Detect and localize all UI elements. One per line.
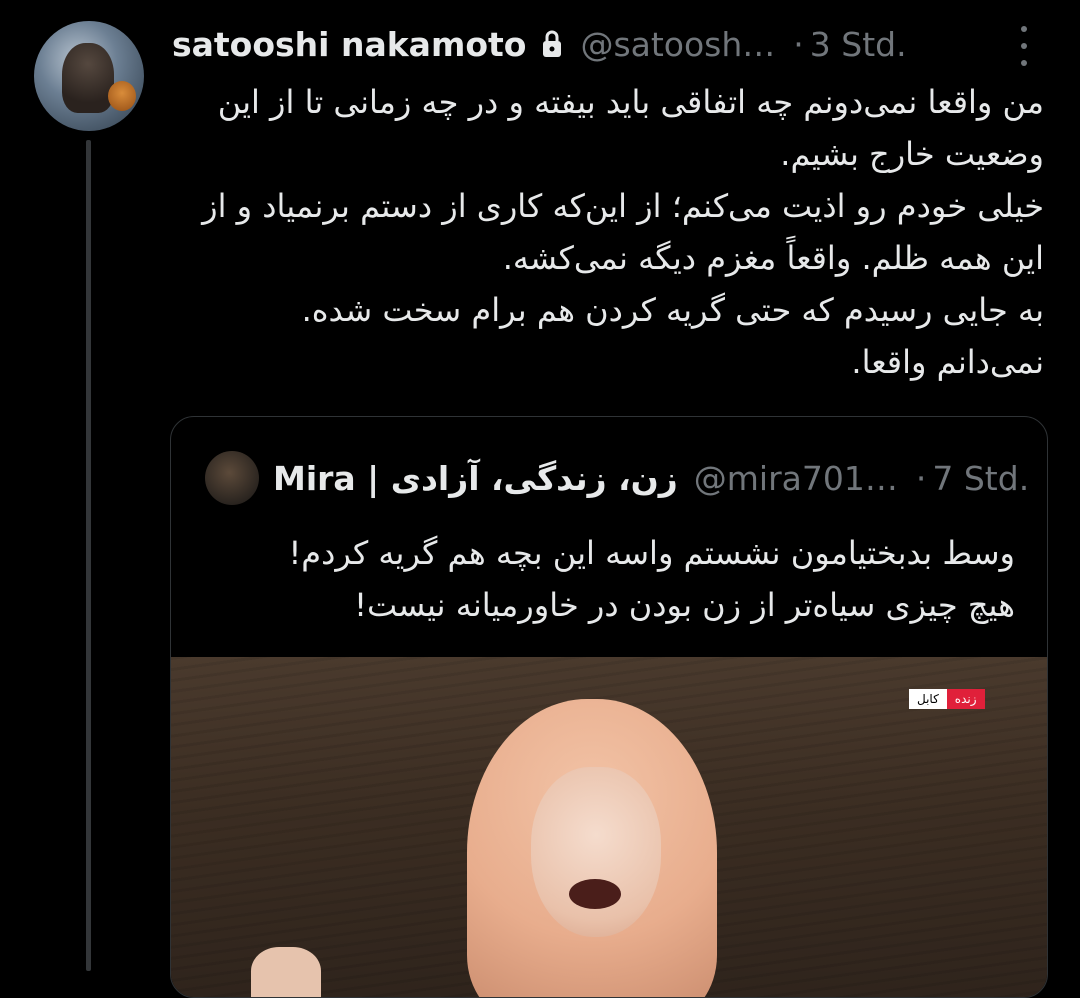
quoted-tweet-text: وسط بدبختیامون نشستم واسه این بچه هم گری…: [201, 527, 1015, 631]
quoted-author-name: Mira | زن، زندگی، آزادی: [273, 458, 678, 498]
quoted-author-avatar: [205, 451, 259, 505]
tweet-paragraph: من واقعا نمی‌دونم چه اتفاقی باید بیفته و…: [217, 83, 1044, 173]
quoted-paragraph: وسط بدبختیامون نشستم واسه این بچه هم گری…: [288, 534, 1015, 572]
author-handle[interactable]: @satoosh…: [580, 25, 775, 64]
tweet-paragraph: به جایی رسیدم که حتی گریه کردن هم برام س…: [301, 291, 1044, 329]
live-badge: کابل زنده: [909, 689, 985, 709]
quoted-author-handle: @mira701…: [693, 458, 898, 498]
tweet-paragraph: نمی‌دانم واقعا.: [851, 343, 1044, 381]
quoted-video-media[interactable]: کابل زنده: [171, 657, 1047, 997]
live-label: زنده: [946, 689, 985, 709]
tweet-time[interactable]: 3 Std.: [810, 25, 907, 64]
author-avatar[interactable]: [34, 21, 144, 131]
author-name[interactable]: satooshi nakamoto: [172, 25, 526, 64]
quoted-paragraph: هیچ چیزی سیاه‌تر از زن بودن در خاورمیانه…: [354, 586, 1015, 624]
video-person-hand: [251, 947, 321, 997]
separator-dot: ·: [915, 458, 927, 498]
tweet-paragraph: خیلی خودم رو اذیت می‌کنم؛ از این‌که کاری…: [202, 187, 1044, 277]
more-vertical-icon[interactable]: [1012, 26, 1036, 66]
thread-line: [86, 140, 91, 971]
lock-icon: [543, 30, 562, 57]
tweet-header: satooshi nakamoto @satoosh… · 3 Std.: [172, 20, 1052, 68]
quoted-tweet-time: 7 Std.: [932, 458, 1030, 498]
quoted-tweet-header: Mira | زن، زندگی، آزادی @mira701… · 7 St…: [205, 450, 1029, 506]
video-person-face: [531, 767, 661, 937]
separator-dot: ·: [793, 24, 804, 64]
tweet-text: من واقعا نمی‌دونم چه اتفاقی باید بیفته و…: [150, 76, 1044, 388]
location-label: کابل: [909, 689, 947, 709]
quoted-tweet[interactable]: Mira | زن، زندگی، آزادی @mira701… · 7 St…: [170, 416, 1048, 998]
video-person-mouth: [569, 879, 621, 909]
avatar-figure: [62, 43, 114, 113]
avatar-teddy-bear: [108, 81, 136, 111]
